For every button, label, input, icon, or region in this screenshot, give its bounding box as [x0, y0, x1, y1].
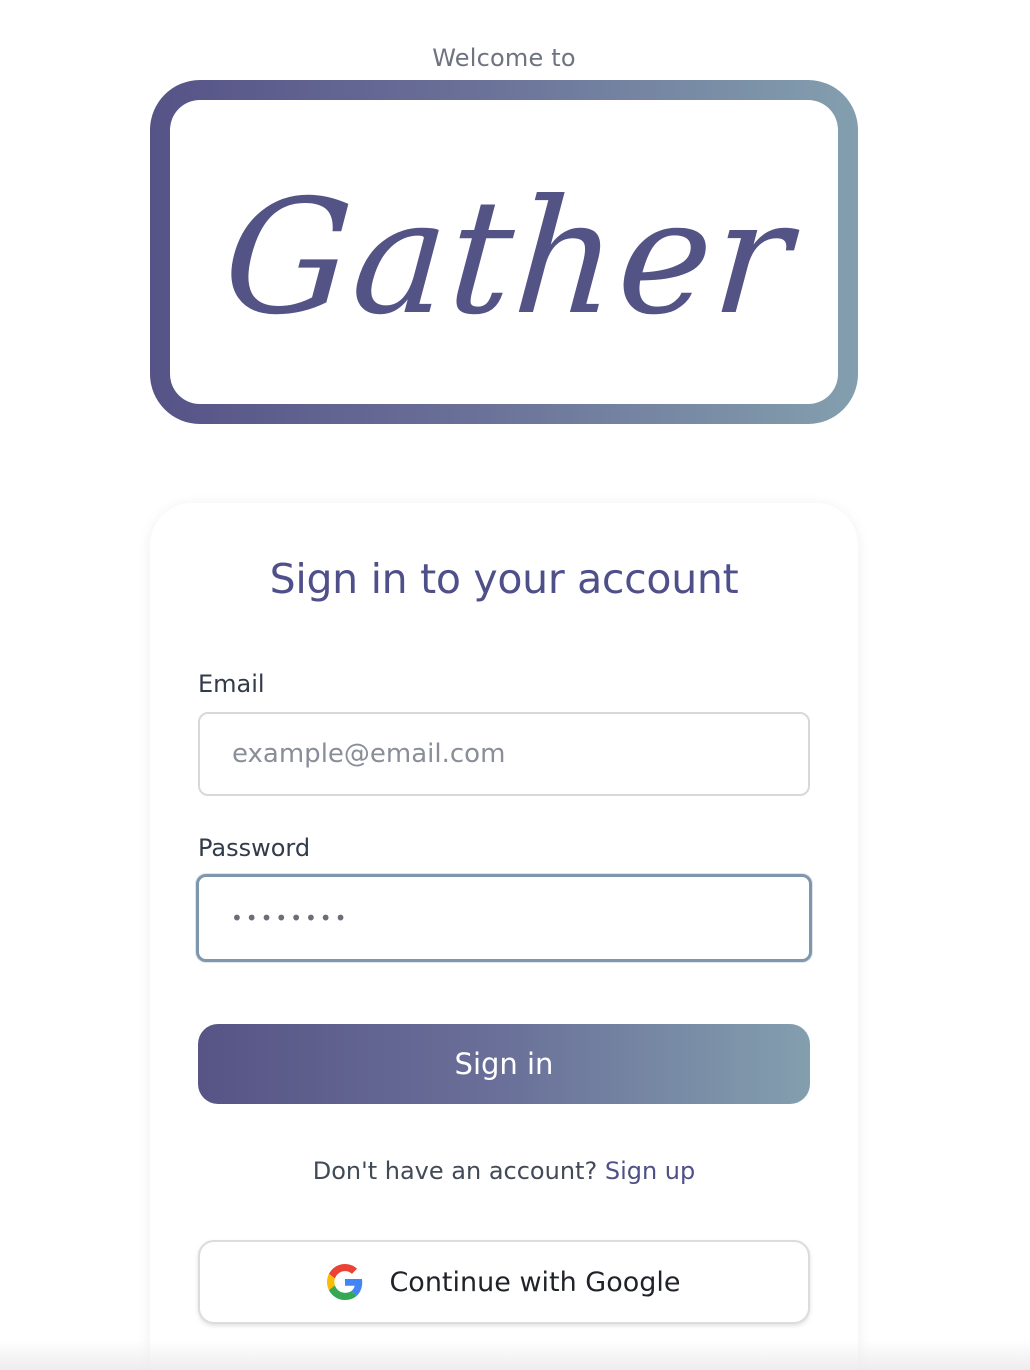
- bottom-edge-fade: [0, 1340, 1030, 1370]
- google-g-icon: [327, 1264, 363, 1300]
- signup-prompt-text: Don't have an account?: [312, 1157, 598, 1185]
- gather-logo: Gather: [150, 80, 858, 424]
- password-input[interactable]: [196, 874, 812, 962]
- email-input[interactable]: [198, 712, 810, 796]
- logo-inner-panel: Gather: [170, 100, 838, 404]
- google-button-label: Continue with Google: [389, 1266, 681, 1298]
- signin-button[interactable]: Sign in: [198, 1024, 810, 1104]
- signup-link[interactable]: Sign up: [605, 1157, 695, 1185]
- email-label: Email: [198, 670, 265, 698]
- welcome-text: Welcome to: [432, 44, 576, 72]
- continue-with-google-button[interactable]: Continue with Google: [198, 1240, 810, 1324]
- password-label: Password: [198, 834, 311, 862]
- signin-page: Welcome to Gather Sign in to your accoun…: [0, 0, 1030, 1370]
- signup-prompt-line: Don't have an account? Sign up: [150, 1157, 858, 1185]
- signin-title: Sign in to your account: [269, 555, 739, 603]
- logo-wordmark: Gather: [218, 166, 798, 350]
